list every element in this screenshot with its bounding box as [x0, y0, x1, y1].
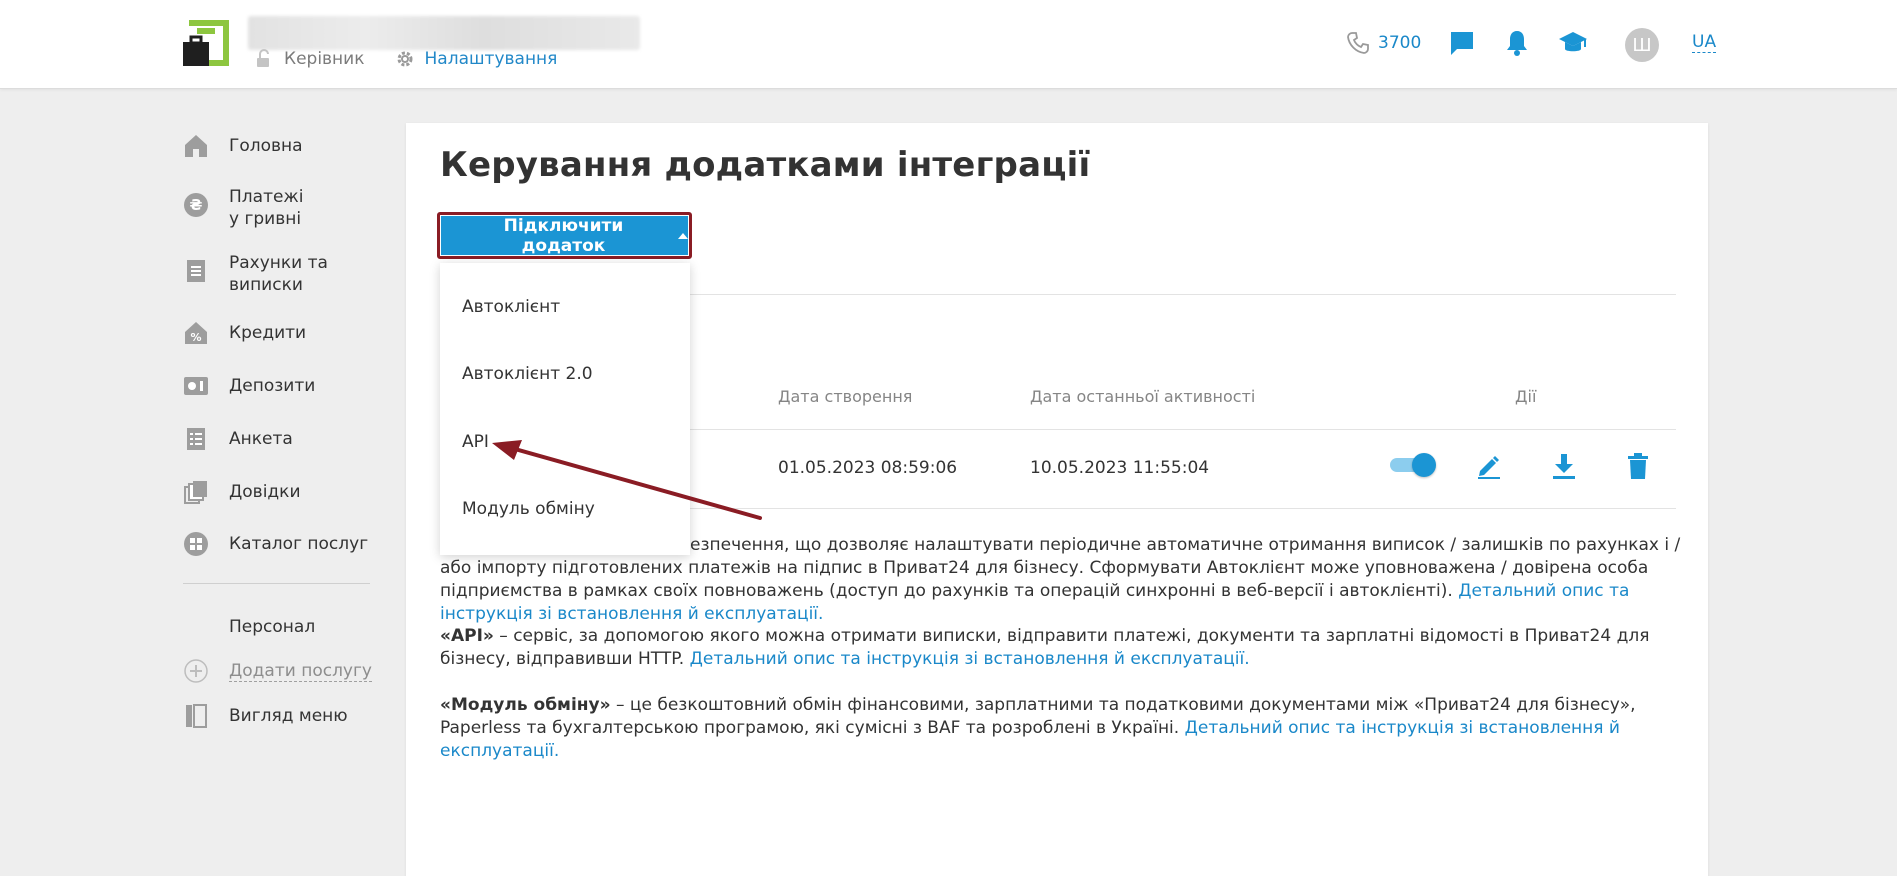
privat-logo[interactable]	[183, 20, 229, 66]
api-docs-link[interactable]: Детальний опис та інструкція зі встановл…	[690, 649, 1250, 669]
user-avatar[interactable]: Ш	[1625, 28, 1659, 62]
download-icon[interactable]	[1551, 452, 1577, 480]
language-switch[interactable]: UA	[1692, 32, 1717, 53]
deposit-icon	[184, 377, 208, 395]
unlock-icon	[257, 49, 269, 67]
page-title: Керування додатками інтеграції	[440, 145, 1091, 185]
sidebar-item-label: Головна	[229, 136, 303, 156]
last-activity-date: 10.05.2023 11:55:04	[1030, 458, 1210, 478]
sidebar-item-label: Платежі у гривні	[229, 187, 304, 229]
edit-pencil-icon[interactable]	[1476, 452, 1502, 480]
graduation-cap-icon[interactable]	[1558, 28, 1588, 58]
company-name-blurred	[248, 16, 640, 50]
connect-app-dropdown: Автоклієнт Автоклієнт 2.0 API Модуль обм…	[440, 263, 690, 555]
phone-contact[interactable]: 3700	[1346, 26, 1421, 60]
description-exchange-module: «Модуль обміну» – це безкоштовний обмін …	[440, 694, 1685, 763]
enable-toggle[interactable]	[1390, 453, 1436, 477]
bell-icon[interactable]	[1502, 28, 1532, 58]
phone-number: 3700	[1378, 33, 1422, 53]
sidebar-item-label: Вигляд меню	[229, 706, 348, 726]
add-service-label: Додати послугу	[229, 661, 372, 682]
settings-link[interactable]: Налаштування	[425, 49, 558, 69]
svg-text:₴: ₴	[190, 196, 203, 214]
sidebar-item-label: Рахунки та виписки	[229, 253, 328, 295]
catalog-icon	[184, 532, 208, 556]
sidebar-item-label: Анкета	[229, 429, 293, 449]
column-header-actions: Дії	[1515, 387, 1537, 406]
column-header-last-activity: Дата останньої активності	[1030, 387, 1256, 406]
dropdown-item-autoclient[interactable]: Автоклієнт	[462, 297, 560, 317]
connect-app-label: Підключити додаток	[503, 215, 624, 256]
credit-percent-icon: %	[185, 322, 207, 344]
connect-app-button[interactable]: Підключити додаток	[441, 215, 688, 256]
dropdown-item-autoclient-2[interactable]: Автоклієнт 2.0	[462, 364, 593, 384]
created-date: 01.05.2023 08:59:06	[778, 458, 958, 478]
dropdown-item-api[interactable]: API	[462, 432, 489, 452]
menu-layout-icon	[186, 704, 207, 728]
column-header-created: Дата створення	[778, 387, 913, 406]
home-icon	[185, 135, 207, 157]
toggle-knob	[1412, 453, 1436, 477]
role-row: Керівник Налаштування	[254, 48, 557, 70]
certificates-icon	[184, 481, 207, 504]
top-header: Керівник Налаштування 3700 Ш UA	[0, 0, 1897, 89]
role-label[interactable]: Керівник	[284, 49, 365, 69]
hryvnia-icon: ₴	[184, 193, 208, 217]
document-icon	[187, 260, 205, 282]
sidebar-item-label: Кредити	[229, 323, 307, 343]
svg-text:%: %	[190, 331, 201, 344]
sidebar-item-label: Депозити	[229, 376, 316, 396]
caret-up-icon	[678, 232, 688, 239]
dropdown-item-exchange-module[interactable]: Модуль обміну	[462, 499, 595, 519]
plus-circle-icon	[184, 659, 208, 683]
gear-icon	[397, 51, 412, 67]
api-term: «API»	[440, 626, 494, 646]
description-api: «API» – сервіс, за допомогою якого можна…	[440, 625, 1685, 671]
chat-icon[interactable]	[1447, 28, 1477, 58]
exchange-module-term: «Модуль обміну»	[440, 695, 611, 715]
sidebar-divider	[183, 583, 370, 584]
trash-icon[interactable]	[1625, 452, 1651, 480]
sidebar-item-label: Персонал	[229, 617, 316, 637]
sidebar-item-label: Довідки	[229, 482, 301, 502]
form-list-icon	[187, 428, 205, 450]
sidebar-item-label: Каталог послуг	[229, 534, 369, 554]
phone-icon	[1347, 32, 1369, 54]
